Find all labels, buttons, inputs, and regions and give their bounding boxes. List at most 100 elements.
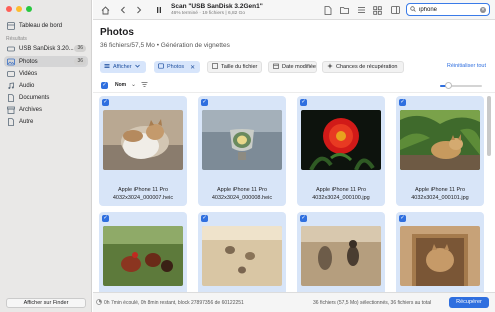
photo-card[interactable]: ✓ Apple iPhone 11 Pro 4032x3024_000101.j…: [396, 96, 484, 206]
section-label: Résultats: [6, 36, 27, 42]
back-icon[interactable]: [117, 4, 129, 16]
photo-title: Apple iPhone 11 Pro: [117, 187, 169, 193]
photo-thumbnail[interactable]: [103, 226, 183, 286]
date-filter-button[interactable]: Date modifiée: [268, 61, 317, 73]
sidebar-item-label: Photos: [19, 58, 38, 65]
page-title: Photos: [100, 27, 134, 38]
filter-list-icon: [104, 63, 110, 71]
chances-filter-button[interactable]: Chances de récupération: [322, 61, 404, 73]
window-controls: [6, 6, 32, 12]
photo-checkbox[interactable]: ✓: [102, 215, 109, 222]
drive-icon: [7, 45, 15, 53]
photo-card[interactable]: ✓ Apple iPhone 11 Pro 4032x3024_000008.h…: [198, 96, 286, 206]
show-filter-button[interactable]: Afficher: [100, 61, 146, 73]
zoom-window-button[interactable]: [26, 6, 32, 12]
size-filter-label: Taille du fichier: [221, 64, 258, 70]
sidebar-item-documents[interactable]: Documents: [4, 92, 88, 103]
home-icon[interactable]: [99, 4, 111, 16]
search-box[interactable]: ✕: [406, 3, 490, 16]
photo-checkbox[interactable]: ✓: [102, 99, 109, 106]
remove-filter-icon[interactable]: ✕: [190, 64, 195, 71]
file-view-icon[interactable]: [322, 4, 334, 16]
page-subtitle: 36 fichiers/57,5 Mo • Génération de vign…: [100, 42, 230, 49]
sort-direction-icon[interactable]: ⌄: [131, 81, 136, 88]
photo-checkbox[interactable]: ✓: [399, 215, 406, 222]
photo-grid: ✓ Apple iPhone 11 Pro 4032x3024_000007.h…: [99, 96, 489, 292]
clear-search-icon[interactable]: ✕: [480, 7, 486, 13]
divider: [93, 92, 495, 93]
slider-knob[interactable]: [444, 82, 452, 89]
photos-filter-label: Photos: [167, 64, 185, 70]
size-icon: [212, 63, 218, 71]
sidebar-item-label: Autre: [19, 118, 34, 125]
photo-card[interactable]: ✓: [198, 212, 286, 292]
photo-title: Apple iPhone 11 Pro: [216, 187, 268, 193]
date-filter-label: Date modifiée: [282, 64, 316, 70]
photo-title: Apple iPhone 11 Pro: [414, 187, 466, 193]
sidebar-item-photos[interactable]: Photos 36: [4, 56, 88, 67]
forward-icon[interactable]: [133, 4, 145, 16]
sidebar-item-other[interactable]: Autre: [4, 116, 88, 127]
photo-checkbox[interactable]: ✓: [300, 99, 307, 106]
search-input[interactable]: [419, 6, 479, 13]
sort-name-column[interactable]: Nom: [115, 82, 126, 88]
size-filter-button[interactable]: Taille du fichier: [207, 61, 262, 73]
sidebar-item-audio[interactable]: Audio: [4, 80, 88, 91]
photo-card[interactable]: ✓ Apple iPhone 11 Pro 4032x3024_000007.h…: [99, 96, 187, 206]
photo-thumbnail[interactable]: [202, 226, 282, 286]
photo-checkbox[interactable]: ✓: [201, 215, 208, 222]
photo-title: Apple iPhone 11 Pro: [315, 187, 367, 193]
show-in-finder-button[interactable]: Afficher sur Finder: [6, 298, 86, 308]
toolbar: Scan "USB SanDisk 3.2Gen1" 46% terminé ·…: [93, 0, 495, 20]
photo-thumbnail[interactable]: [301, 110, 381, 170]
photo-card[interactable]: ✓ Apple iPhone 11 Pro 4032x3024_000100.j…: [297, 96, 385, 206]
scrollbar[interactable]: [487, 96, 491, 156]
photo-card[interactable]: ✓: [297, 212, 385, 292]
photo-thumbnail[interactable]: [103, 110, 183, 170]
sidebar-item-label: Vidéos: [19, 70, 38, 77]
search-icon: [410, 5, 416, 14]
photo-card[interactable]: ✓: [396, 212, 484, 292]
document-icon: [7, 93, 15, 102]
close-window-button[interactable]: [6, 6, 12, 12]
chevron-down-icon: [134, 64, 140, 70]
sidebar-item-dashboard[interactable]: Tableau de bord: [4, 20, 88, 31]
sidebar-item-archives[interactable]: Archives: [4, 104, 88, 115]
photos-filter-chip[interactable]: Photos ✕: [154, 61, 200, 73]
show-filter-label: Afficher: [113, 64, 132, 70]
pie-progress-icon: [96, 299, 102, 307]
filter-bar: Afficher Photos ✕ Taille du fichier Date…: [100, 61, 492, 74]
count-badge: 36: [74, 45, 86, 52]
recover-button[interactable]: Récupérer: [449, 297, 489, 308]
list-view-icon[interactable]: [355, 4, 367, 16]
sidebar-item-label: Archives: [19, 106, 43, 113]
photo-thumbnail[interactable]: [400, 226, 480, 286]
count-badge: 36: [74, 58, 86, 65]
thumbnail-size-slider[interactable]: [440, 82, 482, 89]
photo-checkbox[interactable]: ✓: [399, 99, 406, 106]
minimize-window-button[interactable]: [16, 6, 22, 12]
sort-options-icon[interactable]: [141, 81, 148, 90]
sidebar-item-device[interactable]: USB SanDisk 3.20... 36: [4, 43, 88, 54]
sidebar-item-label: Documents: [19, 94, 50, 101]
photo-icon: [7, 58, 15, 66]
grid-view-icon[interactable]: [371, 4, 383, 16]
reset-all-link[interactable]: Réinitialiser tout: [447, 63, 486, 69]
selection-summary: 36 fichiers (57,5 Mo) sélectionnés, 36 f…: [313, 300, 432, 306]
status-bar: 0h 7min écoulé, 0h 8min restant, block 2…: [93, 292, 495, 312]
photo-card[interactable]: ✓: [99, 212, 187, 292]
photo-checkbox[interactable]: ✓: [300, 215, 307, 222]
select-all-checkbox[interactable]: ✓: [101, 82, 108, 89]
photo-checkbox[interactable]: ✓: [201, 99, 208, 106]
photo-filename: 4032x3024_000101.jpg: [411, 195, 469, 201]
preview-panel-icon[interactable]: [389, 4, 401, 16]
photo-thumbnail[interactable]: [400, 110, 480, 170]
folder-icon[interactable]: [338, 4, 350, 16]
photo-filename: 4032x3024_000008.heic: [211, 195, 273, 201]
dashboard-icon: [7, 21, 15, 30]
photo-thumbnail[interactable]: [202, 110, 282, 170]
photo-filename: 4032x3024_000100.jpg: [312, 195, 370, 201]
photo-thumbnail[interactable]: [301, 226, 381, 286]
sidebar-item-videos[interactable]: Vidéos: [4, 68, 88, 79]
pause-icon[interactable]: [153, 4, 165, 16]
